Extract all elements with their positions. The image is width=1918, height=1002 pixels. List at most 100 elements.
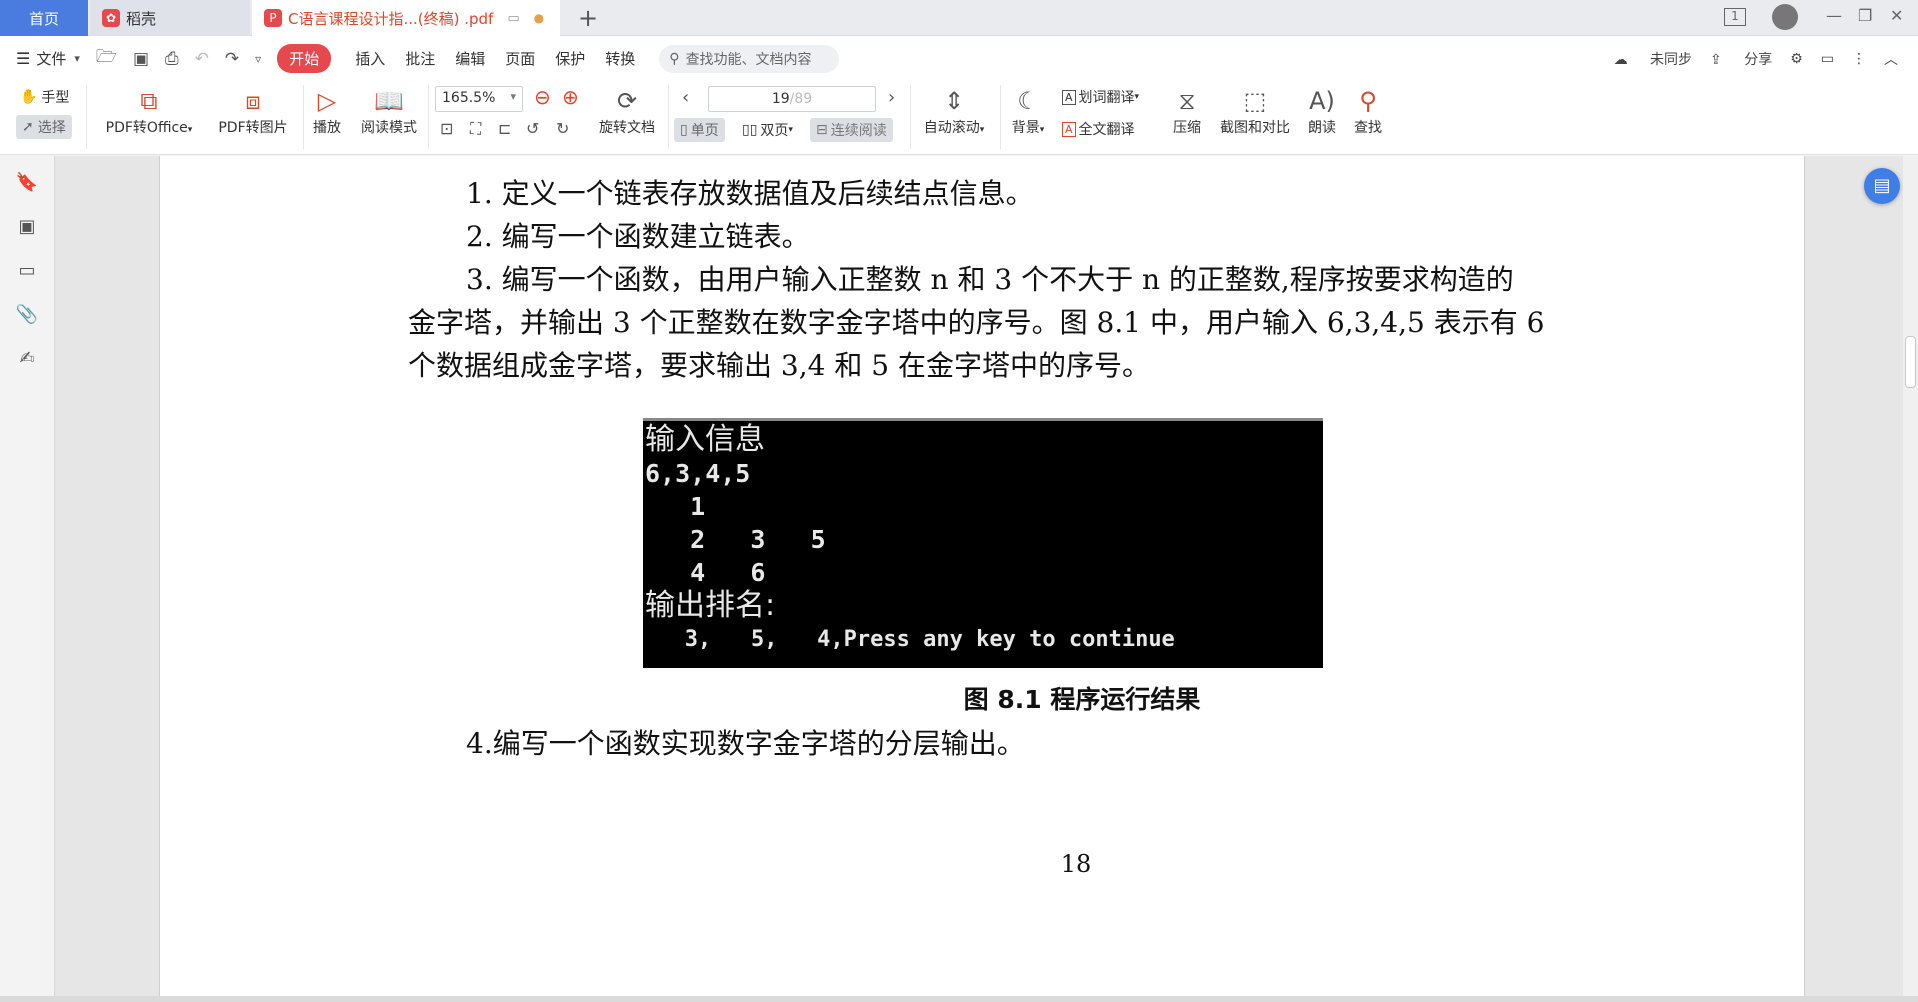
zoom-in-icon[interactable]: ⊕	[562, 85, 579, 109]
daoke-logo-icon: ✿	[102, 9, 120, 27]
tab-pdf-document[interactable]: P C语言课程设计指...(终稿) .pdf ▭ ●	[252, 0, 560, 36]
fit-width-icon[interactable]: ⊏	[498, 119, 511, 138]
quick-access-dropdown-icon[interactable]: ▿	[255, 52, 261, 66]
play-button[interactable]: ▷ 播放	[308, 85, 346, 137]
menu-edit[interactable]: 编辑	[455, 48, 485, 69]
hand-tool-button[interactable]: ✋ 手型	[20, 87, 69, 107]
zoom-select[interactable]: 165.5% ▾	[435, 86, 523, 112]
background-button[interactable]: ☾ 背景▾	[1006, 85, 1050, 137]
paragraph-3-line-1: 3. 编写一个函数，由用户输入正整数 n 和 3 个不大于 n 的正整数,程序按…	[466, 263, 1514, 296]
pdf-to-image-button[interactable]: ⧈ PDF转图片	[212, 85, 294, 137]
print-icon[interactable]: ⎙	[165, 49, 179, 69]
auto-scroll-button[interactable]: ⇕ 自动滚动▾	[916, 85, 992, 137]
menu-protect[interactable]: 保护	[555, 48, 585, 69]
thumbnail-icon[interactable]: ▣	[14, 216, 40, 242]
double-page-icon: ▯▯	[742, 122, 758, 138]
rotate-left-icon[interactable]: ↺	[526, 119, 539, 138]
play-icon: ▷	[317, 87, 337, 115]
full-translate-label: 全文翻译	[1078, 122, 1135, 138]
search-box[interactable]: ⚲ 查找功能、文档内容	[659, 44, 840, 73]
document-viewport[interactable]: 1. 定义一个链表存放数据值及后续结点信息。 2. 编写一个函数建立链表。 3.…	[55, 156, 1903, 1002]
prev-page-icon[interactable]: ‹	[682, 87, 689, 108]
hamburger-icon[interactable]: ☰	[16, 49, 30, 68]
read-aloud-icon: A)	[1309, 87, 1335, 115]
undo-icon[interactable]: ↶	[195, 49, 209, 69]
console-output-image: 输入信息 6,3,4,5 1 2 3 5 4 6 输出排名: 3, 5, 4,P…	[643, 418, 1323, 668]
menu-convert[interactable]: 转换	[605, 48, 635, 69]
restore-icon[interactable]: ❐	[1858, 6, 1872, 25]
menu-start[interactable]: 开始	[277, 44, 332, 73]
signature-icon[interactable]: ✍	[14, 348, 40, 374]
redo-icon[interactable]: ↷	[225, 49, 239, 69]
bookmark-icon[interactable]: 🔖	[14, 172, 40, 198]
pdf-to-office-label: PDF转Office	[105, 120, 188, 136]
read-mode-button[interactable]: 📖 阅读模式	[356, 85, 422, 137]
menu-right-group: ☁ 未同步 ⇪ 分享 ⚙ ▭ ⋮ ︿	[1596, 36, 1898, 81]
menu-page[interactable]: 页面	[505, 48, 535, 69]
attachment-icon[interactable]: 📎	[14, 304, 40, 330]
more-icon[interactable]: ⋮	[1852, 51, 1866, 67]
select-label: 选择	[37, 120, 66, 136]
full-translate-button[interactable]: A 全文翻译	[1062, 119, 1135, 139]
comment-panel-icon[interactable]: ▭	[14, 260, 40, 286]
read-aloud-button[interactable]: A) 朗读	[1304, 85, 1340, 137]
menu-file[interactable]: 文件	[36, 48, 66, 69]
current-page: 19	[771, 91, 790, 107]
chevron-down-icon[interactable]: ▾	[74, 52, 80, 65]
double-page-button[interactable]: ▯▯ 双页 ▾	[742, 120, 793, 140]
comment-icon[interactable]: ▭	[1821, 51, 1834, 67]
floating-assistant-button[interactable]: ▤	[1864, 168, 1900, 204]
translate-icon: A	[1062, 89, 1076, 105]
monitor-icon[interactable]: ▭	[507, 11, 519, 26]
tab-pdf-label: C语言课程设计指...(终稿) .pdf	[288, 9, 494, 28]
read-aloud-label: 朗读	[1308, 120, 1336, 136]
menu-annotate[interactable]: 批注	[405, 48, 435, 69]
console-line: 输出排名:	[645, 588, 776, 623]
rotate-document-button[interactable]: ⟳ 旋转文档	[594, 85, 660, 137]
menu-insert[interactable]: 插入	[355, 48, 385, 69]
tab-daoke[interactable]: ✿ 稻壳	[90, 0, 250, 36]
collapse-ribbon-icon[interactable]: ︿	[1884, 49, 1898, 69]
console-line: 2 3 5	[645, 525, 826, 554]
close-icon[interactable]: ✕	[1890, 6, 1903, 25]
find-button[interactable]: ⚲ 查找	[1350, 85, 1386, 137]
book-icon: 📖	[374, 87, 404, 115]
avatar[interactable]	[1772, 4, 1798, 30]
select-tool-button[interactable]: ➚ 选择	[16, 115, 72, 139]
auto-scroll-icon: ⇕	[943, 87, 965, 115]
sync-status[interactable]: ☁ 未同步	[1614, 49, 1692, 69]
rotate-right-icon[interactable]: ↻	[556, 119, 569, 138]
next-page-icon[interactable]: ›	[888, 87, 895, 108]
single-page-label: 单页	[690, 123, 719, 139]
pdf-to-office-icon: ⧉	[140, 87, 158, 115]
pdf-to-office-button[interactable]: ⧉ PDF转Office▾	[100, 85, 198, 137]
unsaved-dot-icon[interactable]: ●	[534, 11, 544, 25]
tab-home[interactable]: 首页	[0, 0, 88, 36]
read-mode-label: 阅读模式	[361, 120, 417, 136]
find-icon: ⚲	[1359, 87, 1377, 115]
console-line: 4 6	[645, 558, 766, 587]
vertical-scrollbar[interactable]	[1903, 156, 1918, 1002]
hand-label: 手型	[41, 90, 70, 106]
fit-page-icon[interactable]: ⛶	[470, 119, 481, 139]
word-translate-button[interactable]: A 划词翻译 ▾	[1062, 87, 1139, 107]
search-placeholder: 查找功能、文档内容	[685, 51, 812, 68]
zoom-out-icon[interactable]: ⊖	[534, 85, 551, 109]
compress-button[interactable]: ⧖ 压缩	[1168, 85, 1206, 137]
continuous-read-button[interactable]: ⊟ 连续阅读	[810, 118, 893, 142]
share-button[interactable]: ⇪ 分享	[1710, 49, 1772, 69]
single-page-button[interactable]: ▯ 单页	[674, 118, 725, 142]
scrollbar-thumb[interactable]	[1905, 336, 1916, 388]
hand-icon: ✋	[20, 89, 38, 105]
console-line: 6,3,4,5	[645, 459, 751, 488]
save-icon[interactable]: ▣	[133, 49, 149, 69]
screenshot-compare-button[interactable]: ⬚ 截图和对比	[1214, 85, 1296, 137]
single-page-icon: ▯	[680, 122, 688, 138]
actual-size-icon[interactable]: ⊡	[440, 119, 453, 138]
minimize-icon[interactable]: —	[1826, 6, 1842, 25]
settings-icon[interactable]: ⚙	[1790, 51, 1803, 67]
window-count-icon[interactable]: 1	[1724, 8, 1746, 26]
page-number-input[interactable]: 19/89	[708, 86, 876, 112]
new-tab-button[interactable]: +	[578, 4, 598, 32]
open-folder-icon[interactable]: 🗁	[96, 44, 117, 73]
